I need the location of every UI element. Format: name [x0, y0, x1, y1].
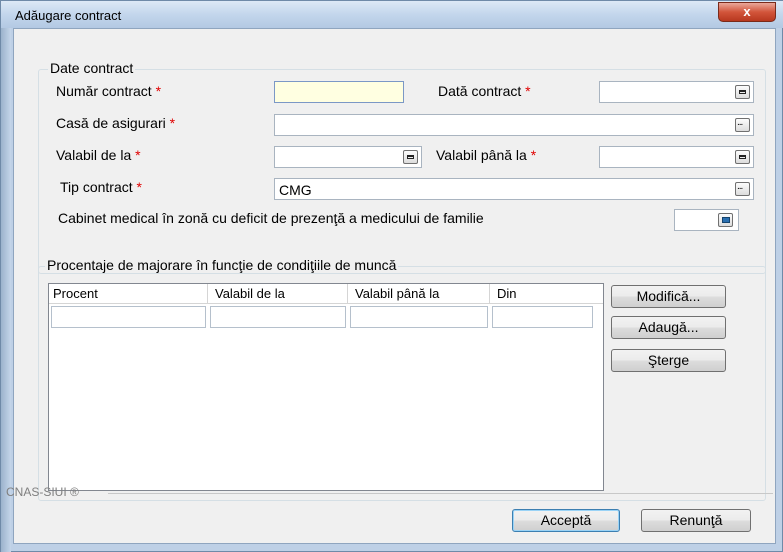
dialog-client-area: Date contract Număr contract * Dată cont… [6, 28, 776, 544]
filter-valabil-de-la-input[interactable] [210, 306, 346, 328]
column-header[interactable]: Valabil de la [215, 286, 285, 301]
browse-icon[interactable]: ... [735, 118, 750, 132]
cabinet-deficit-checkbox[interactable] [674, 209, 739, 231]
majorare-grid[interactable]: Procent Valabil de la Valabil până la Di… [48, 283, 604, 491]
renunta-button[interactable]: Renunţă [641, 509, 751, 532]
filter-procent-input[interactable] [51, 306, 206, 328]
tip-contract-label: Tip contract * [60, 179, 142, 195]
modifica-button[interactable]: Modifică... [611, 285, 726, 308]
data-contract-label: Dată contract * [438, 83, 531, 99]
close-button[interactable]: x [718, 2, 776, 22]
column-header[interactable]: Din [497, 286, 517, 301]
majorare-group-legend: Procentaje de majorare în funcţie de con… [45, 257, 399, 273]
accepta-button[interactable]: Acceptă [512, 509, 620, 532]
numar-contract-input[interactable] [274, 81, 404, 103]
tip-contract-input[interactable]: CMG ... [274, 178, 754, 200]
column-header[interactable]: Procent [53, 286, 98, 301]
data-contract-input[interactable] [599, 81, 754, 103]
calendar-icon[interactable] [403, 150, 418, 164]
valabil-pana-la-label: Valabil până la * [436, 147, 537, 163]
column-header[interactable]: Valabil până la [355, 286, 439, 301]
filter-valabil-pana-la-input[interactable] [350, 306, 488, 328]
title-bar[interactable]: Adăugare contract x [1, 1, 783, 28]
valabil-pana-la-input[interactable] [599, 146, 754, 168]
sterge-button[interactable]: Şterge [611, 349, 726, 372]
grid-header: Procent Valabil de la Valabil până la Di… [49, 284, 603, 304]
valabil-de-la-label: Valabil de la * [56, 147, 141, 163]
dialog-window: Adăugare contract x Date contract Număr … [0, 0, 783, 552]
casa-asigurari-label: Casă de asigurari * [56, 115, 176, 131]
casa-asigurari-input[interactable]: ... [274, 114, 754, 136]
filter-din-input[interactable] [492, 306, 593, 328]
calendar-icon[interactable] [735, 85, 750, 99]
footer-divider [108, 493, 773, 494]
brand-label: CNAS-SIUI ® [6, 485, 79, 499]
adauga-button[interactable]: Adaugă... [611, 316, 726, 339]
close-icon: x [743, 4, 751, 19]
window-edge [1, 1, 11, 552]
checkbox-icon[interactable] [718, 213, 733, 227]
browse-icon[interactable]: ... [735, 182, 750, 196]
valabil-de-la-input[interactable] [274, 146, 422, 168]
cabinet-deficit-label: Cabinet medical în zonă cu deficit de pr… [58, 210, 484, 226]
calendar-icon[interactable] [735, 150, 750, 164]
numar-contract-label: Număr contract * [56, 83, 162, 99]
contract-group-legend: Date contract [48, 60, 136, 76]
window-title: Adăugare contract [15, 8, 122, 23]
